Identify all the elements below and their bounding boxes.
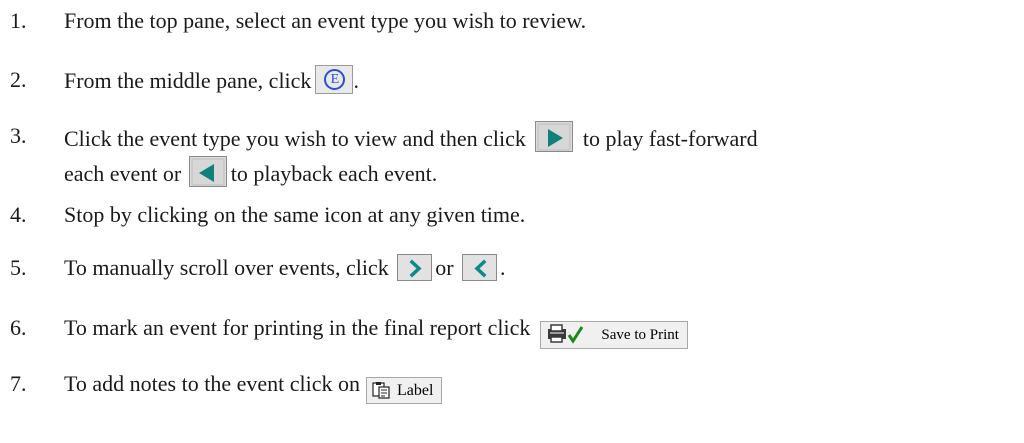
printer-check-icon [548,324,584,344]
chevron-right-icon [409,259,422,278]
step-text-end: . [353,68,359,93]
step-number: 2. [10,67,27,92]
play-forward-button[interactable] [535,121,574,152]
scroll-next-button[interactable] [397,254,433,281]
play-right-icon [537,123,571,151]
step-text-end: . [500,255,506,280]
step-text: Click the event type you wish to view an… [64,126,526,151]
step-text: From the top pane, select an event type … [64,8,587,33]
chevron-left-icon [474,259,487,278]
save-to-print-button[interactable]: Save to Print [540,321,688,349]
step-text-end: to playback each event. [230,161,438,186]
step-number: 4. [10,202,27,227]
scroll-previous-button[interactable] [462,254,498,281]
step-text: To add notes to the event click on [64,371,360,396]
play-left-icon [191,158,225,186]
label-button[interactable]: Label [366,377,443,404]
step-number: 7. [10,371,27,396]
step-text: Stop by clicking on the same icon at any… [64,202,526,227]
step-number: 5. [10,255,27,280]
save-to-print-label: Save to Print [601,327,679,343]
step-number: 3. [10,123,27,148]
step-text: To manually scroll over events, click [64,255,389,280]
playback-button[interactable] [188,156,227,187]
step-text-mid: or [435,255,454,280]
paste-icon [372,382,390,399]
step-number: 1. [10,8,27,33]
step-text: From the middle pane, click [64,68,312,93]
label-button-text: Label [397,382,434,399]
events-e-button[interactable]: E [315,65,354,94]
step-text-mid: to play fast-forward [582,126,758,151]
step-text: each event or [64,161,182,186]
step-text: To mark an event for printing in the fin… [64,315,531,340]
step-number: 6. [10,315,27,340]
e-circle-icon: E [324,69,346,90]
